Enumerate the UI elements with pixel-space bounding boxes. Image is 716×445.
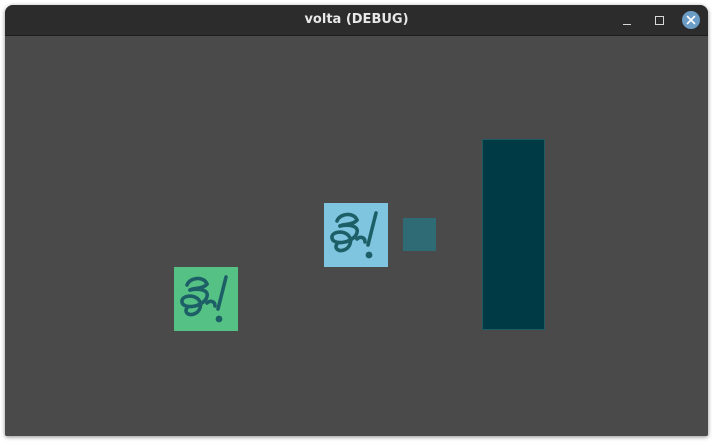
app-window: volta (DEBUG): [5, 5, 708, 436]
maximize-icon: [654, 15, 664, 25]
game-canvas[interactable]: [5, 36, 708, 436]
tall-dark-teal-rect: [482, 139, 545, 330]
close-button[interactable]: [681, 10, 701, 30]
minimize-icon: [623, 23, 631, 25]
window-title: volta (DEBUG): [304, 12, 409, 27]
maximize-button[interactable]: [649, 10, 669, 30]
close-icon: [682, 11, 700, 29]
minimize-button[interactable]: [617, 10, 637, 30]
small-teal-rect: [403, 218, 436, 251]
green-logo-sprite[interactable]: [174, 267, 238, 331]
blue-logo-sprite[interactable]: [324, 203, 388, 267]
title-bar[interactable]: volta (DEBUG): [5, 5, 708, 36]
